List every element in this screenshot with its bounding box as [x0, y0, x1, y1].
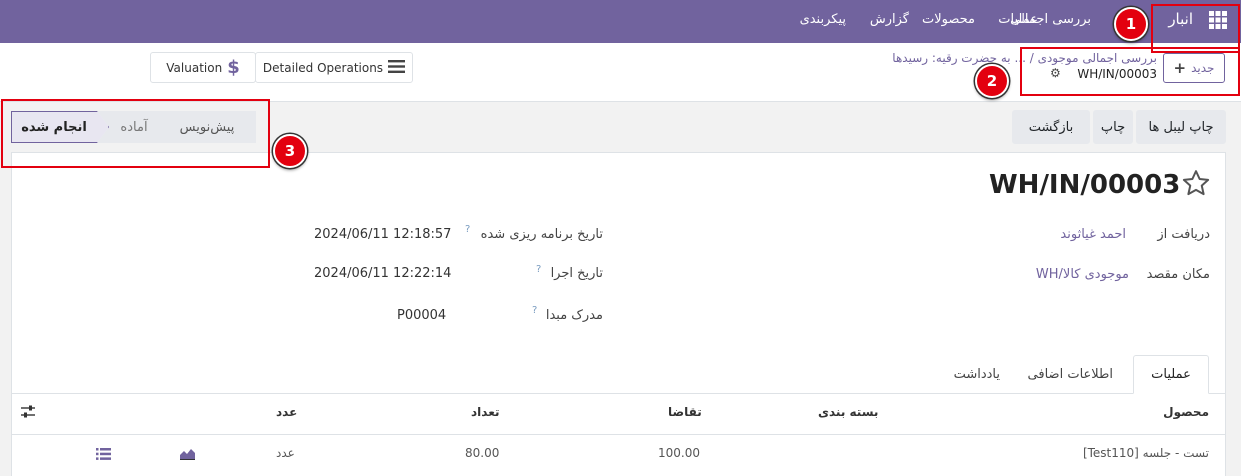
cell-quantity[interactable]: 80.00 [465, 446, 499, 460]
tab-extra-info[interactable]: اطلاعات اضافی [1028, 367, 1113, 382]
star-icon[interactable] [1181, 168, 1211, 202]
sliders-icon[interactable] [21, 405, 35, 422]
annotation-marker-1: 1 [1114, 7, 1148, 41]
annotation-marker-2: 2 [975, 64, 1009, 98]
top-navbar: انبار بررسی اجمالی عملیات محصولات گزارش … [0, 0, 1241, 43]
annotation-marker-3: 3 [273, 134, 307, 168]
destination-label: مکان مقصد [1146, 267, 1210, 282]
scheduled-date-label: تاریخ برنامه ریزی شده [480, 227, 603, 242]
destination-value[interactable]: WH/موجودی کالا [1036, 267, 1129, 282]
cell-uom[interactable]: عدد [276, 446, 295, 460]
tab-operations[interactable]: عملیات [1133, 355, 1209, 394]
col-demand[interactable]: تقاضا [668, 405, 702, 419]
scheduled-date-value[interactable]: 2024/06/11 12:18:57 [314, 227, 451, 242]
effective-date-label: تاریخ اجرا [550, 266, 603, 281]
menu-configuration[interactable]: پیکربندی [800, 12, 846, 27]
col-uom[interactable]: عدد [276, 405, 297, 419]
cell-product[interactable]: [Test110] تست - جلسه [1083, 446, 1209, 460]
menu-reporting[interactable]: گزارش [870, 12, 909, 27]
print-labels-button[interactable]: چاپ لیبل ها [1136, 110, 1226, 144]
form-sheet [11, 152, 1226, 476]
valuation-button[interactable]: Valuation $ [150, 52, 256, 83]
tab-bar-line [11, 393, 1226, 394]
cell-demand[interactable]: 100.00 [658, 446, 700, 460]
annotation-box-3 [1, 99, 270, 168]
receive-from-label: دریافت از [1157, 227, 1210, 242]
chart-area-icon[interactable] [180, 448, 195, 464]
detailed-operations-button[interactable]: Detailed Operations [255, 52, 413, 83]
help-icon[interactable]: ? [465, 224, 470, 235]
effective-date-value[interactable]: 2024/06/11 12:22:14 [314, 266, 451, 281]
hamburger-icon [388, 59, 406, 76]
annotation-box-2 [1020, 47, 1240, 96]
annotation-box-1 [1151, 4, 1240, 53]
help-icon[interactable]: ? [532, 305, 537, 316]
list-icon[interactable] [96, 448, 111, 464]
record-title: WH/IN/00003 [989, 170, 1181, 200]
dollar-icon: $ [227, 57, 240, 78]
table-header-line [11, 434, 1226, 435]
print-button[interactable]: چاپ [1093, 110, 1133, 144]
origin-label: مدرک مبدا [545, 308, 603, 323]
col-product[interactable]: محصول [1163, 405, 1209, 419]
return-button[interactable]: بازگشت [1012, 110, 1090, 144]
valuation-label: Valuation [166, 60, 223, 75]
menu-products[interactable]: محصولات [922, 12, 975, 27]
menu-operations[interactable]: عملیات [998, 12, 1038, 27]
col-packaging[interactable]: بسته بندی [818, 405, 878, 419]
origin-value[interactable]: P00004 [397, 308, 446, 323]
tab-note[interactable]: یادداشت [954, 367, 1000, 382]
col-quantity[interactable]: تعداد [471, 405, 499, 419]
detailed-operations-label: Detailed Operations [262, 60, 384, 75]
receive-from-value[interactable]: احمد غیاثوند [1060, 227, 1126, 242]
help-icon[interactable]: ? [536, 264, 541, 275]
